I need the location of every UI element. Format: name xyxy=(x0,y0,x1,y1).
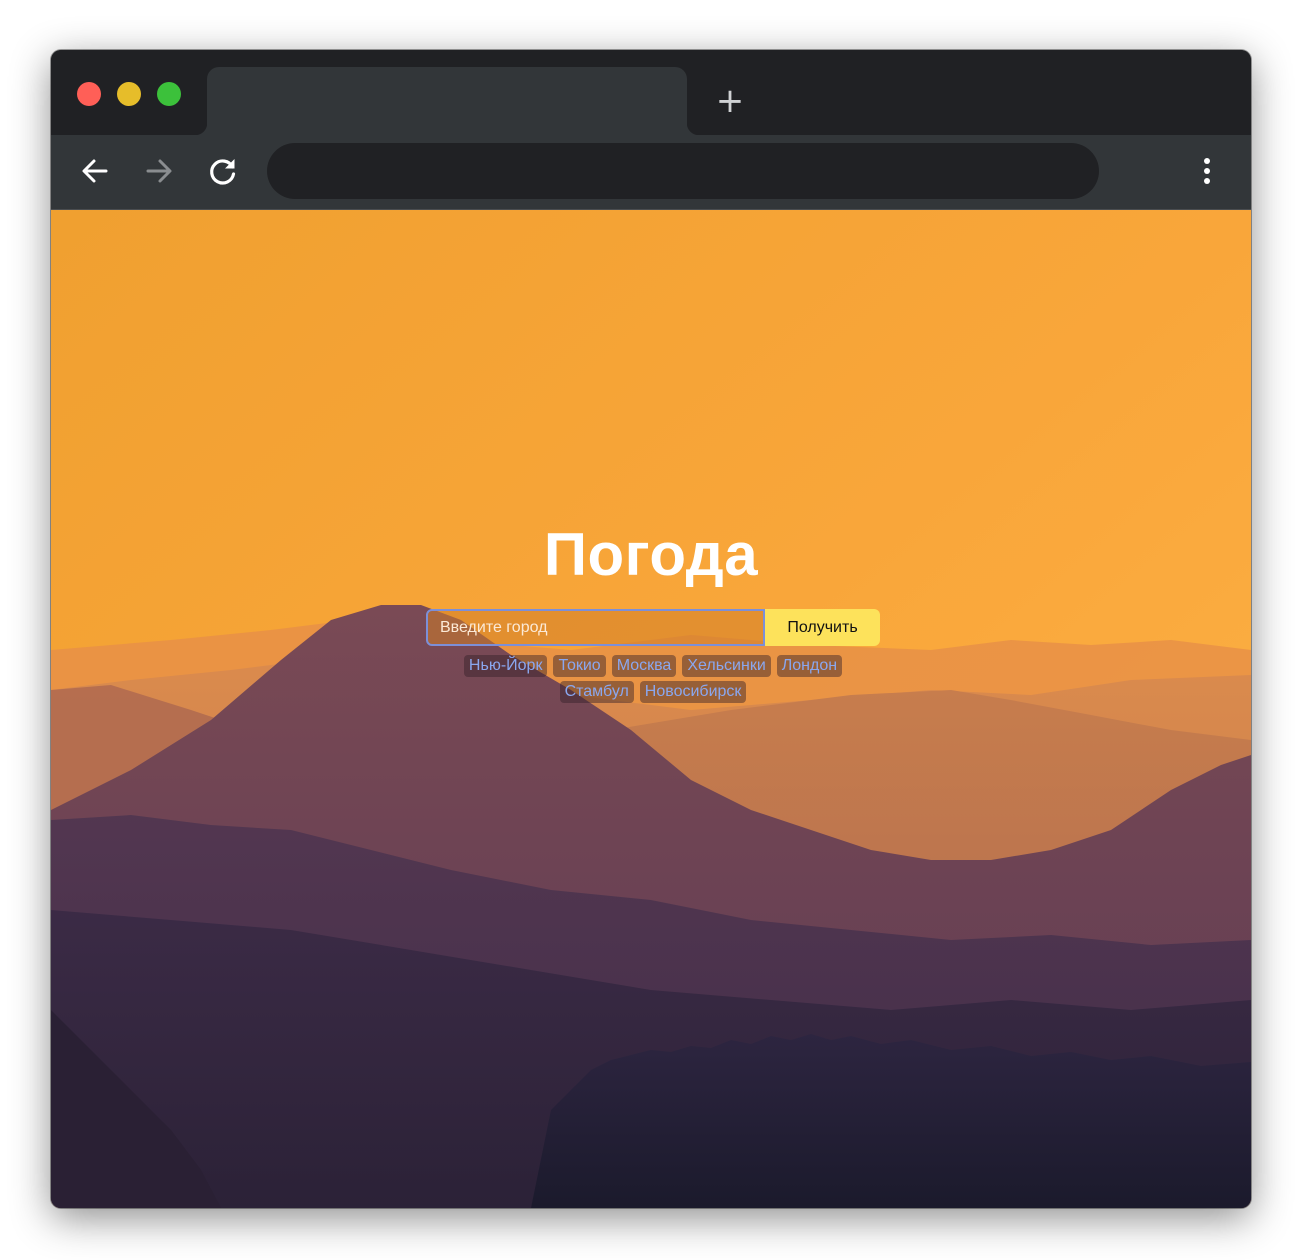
city-search-input[interactable] xyxy=(426,609,765,646)
arrow-left-icon xyxy=(82,159,108,183)
mountain-background-image xyxy=(51,210,1251,1208)
city-link-helsinki[interactable]: Хельсинки xyxy=(682,655,771,677)
address-bar[interactable] xyxy=(267,143,1099,199)
reload-button[interactable] xyxy=(205,153,241,189)
city-link-tokyo[interactable]: Токио xyxy=(553,655,606,677)
forward-button[interactable] xyxy=(141,153,177,189)
city-link-moscow[interactable]: Москва xyxy=(611,655,677,677)
city-link-novosibirsk[interactable]: Новосибирск xyxy=(639,681,747,703)
new-tab-button[interactable]: + xyxy=(715,84,745,118)
weather-search-section: Погода Получить Нью-Йорк Токио Москва Хе… xyxy=(51,520,1251,703)
search-form: Получить xyxy=(426,609,880,646)
reload-icon xyxy=(210,159,236,185)
city-link-istanbul[interactable]: Стамбул xyxy=(559,681,634,703)
minimize-window-button[interactable] xyxy=(117,82,141,106)
city-link-new-york[interactable]: Нью-Йорк xyxy=(463,655,548,677)
title-bar: + xyxy=(51,50,1251,135)
arrow-right-icon xyxy=(146,159,172,183)
city-link-london[interactable]: Лондон xyxy=(776,655,843,677)
back-button[interactable] xyxy=(77,153,113,189)
browser-tab[interactable] xyxy=(195,67,699,135)
close-window-button[interactable] xyxy=(77,82,101,106)
page-title: Погода xyxy=(543,521,759,588)
kebab-menu-icon[interactable] xyxy=(1193,153,1221,189)
browser-toolbar xyxy=(51,135,1251,210)
weather-page: Погода Получить Нью-Йорк Токио Москва Хе… xyxy=(51,210,1251,1208)
maximize-window-button[interactable] xyxy=(157,82,181,106)
get-weather-button[interactable]: Получить xyxy=(765,609,880,646)
city-suggestions: Нью-Йорк Токио Москва Хельсинки Лондон С… xyxy=(431,655,875,703)
browser-window: + Погода Введите город Получить Нью-Йорк… xyxy=(51,50,1251,1208)
